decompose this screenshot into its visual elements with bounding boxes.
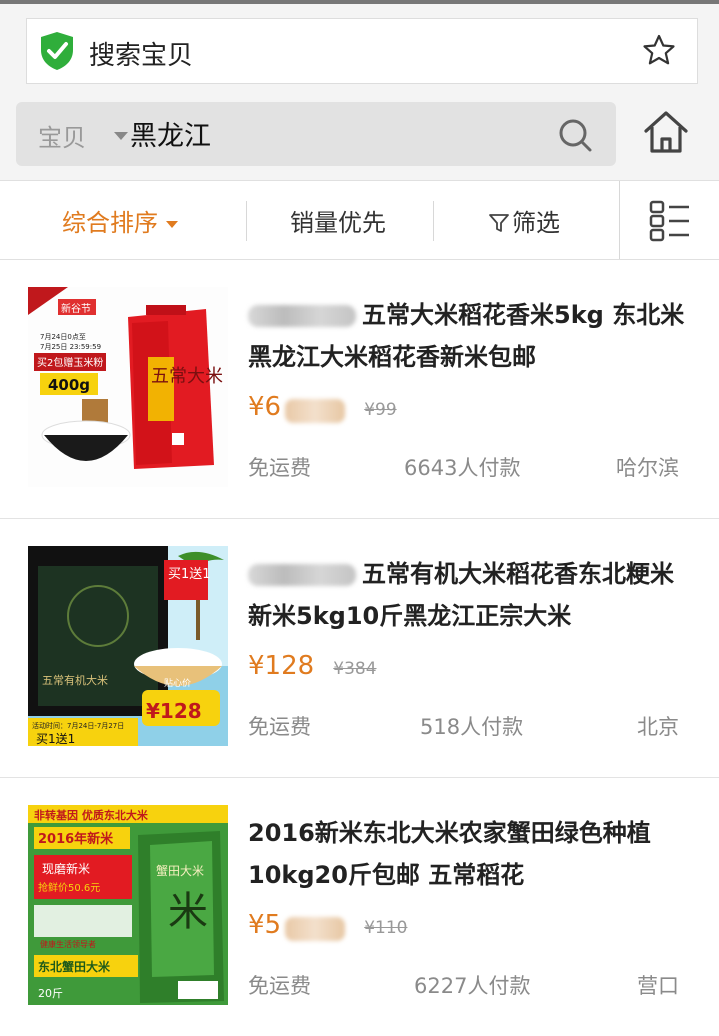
svg-text:买2包赠玉米粉: 买2包赠玉米粉 (37, 356, 103, 369)
svg-text:非转基因 优质东北大米: 非转基因 优质东北大米 (34, 808, 149, 822)
search-scope-selector[interactable]: 宝贝 (38, 118, 86, 153)
svg-text:五常有机大米: 五常有机大米 (42, 673, 108, 687)
product-image[interactable]: 非转基因 优质东北大米 2016年新米 现磨新米 抢鲜价50.6元 健康生活领导… (28, 805, 228, 1005)
browser-bar: 搜索宝贝 (0, 0, 719, 92)
price-row: ¥128 ¥384 (248, 651, 377, 691)
shipping-info: 免运费 (248, 715, 311, 739)
sales-count: 518人付款 (420, 715, 524, 739)
product-item[interactable]: 新谷节 7月24日0点至 7月25日 23:59:59 买2包赠玉米粉 400g… (0, 260, 719, 519)
svg-text:贴心价: 贴心价 (164, 677, 191, 689)
search-box[interactable]: 宝贝 黑龙江 (16, 102, 616, 166)
promo-tag-text: 新谷节 (61, 302, 91, 315)
rice-bag-image: 五常有机大米 买1送1 贴心价 ¥128 活动时间：7月24日-7月27日 买1… (28, 546, 228, 746)
funnel-icon (489, 214, 509, 232)
price-row: ¥6 ¥99 (248, 392, 397, 432)
blurred-shop-name (248, 564, 356, 586)
product-image[interactable]: 五常有机大米 买1送1 贴心价 ¥128 活动时间：7月24日-7月27日 买1… (28, 546, 228, 746)
svg-text:米: 米 (168, 889, 208, 935)
blurred-price (285, 398, 346, 423)
svg-text:五常大米: 五常大米 (151, 366, 223, 387)
list-view-icon[interactable] (648, 199, 692, 243)
sales-count: 6643人付款 (404, 456, 521, 480)
divider (433, 201, 434, 241)
shield-check-icon (41, 32, 73, 70)
sort-sales[interactable]: 销量优先 (290, 203, 386, 238)
rice-bag-image: 非转基因 优质东北大米 2016年新米 现磨新米 抢鲜价50.6元 健康生活领导… (28, 805, 228, 1005)
svg-text:7月25日 23:59:59: 7月25日 23:59:59 (40, 343, 101, 351)
original-price: ¥110 (364, 918, 408, 938)
product-price: ¥5 (248, 910, 282, 940)
sort-comprehensive[interactable]: 综合排序 (62, 203, 178, 238)
svg-text:20斤: 20斤 (38, 987, 63, 1000)
blurred-price (285, 916, 346, 941)
price-row: ¥5 ¥110 (248, 910, 407, 950)
blurred-shop-name (248, 305, 356, 327)
svg-text:抢鲜价50.6元: 抢鲜价50.6元 (38, 881, 100, 894)
location: 哈尔滨 (616, 456, 679, 480)
location: 北京 (637, 715, 679, 739)
svg-text:健康生活领导者: 健康生活领导者 (40, 939, 96, 949)
sort-bar: 综合排序 销量优先 筛选 (0, 181, 719, 260)
original-price: ¥99 (364, 400, 397, 420)
home-icon[interactable] (640, 106, 692, 158)
product-price: ¥128 (248, 651, 315, 681)
divider (619, 181, 620, 259)
product-item[interactable]: 五常有机大米 买1送1 贴心价 ¥128 活动时间：7月24日-7月27日 买1… (0, 519, 719, 778)
product-title[interactable]: 五常有机大米稻花香东北粳米新米5kg10斤黑龙江正宗大米 (248, 553, 688, 637)
product-price: ¥6 (248, 392, 282, 422)
caret-down-icon (166, 220, 178, 228)
svg-text:蟹田大米: 蟹田大米 (156, 863, 204, 878)
product-item[interactable]: 非转基因 优质东北大米 2016年新米 现磨新米 抢鲜价50.6元 健康生活领导… (0, 778, 719, 1036)
svg-text:400g: 400g (48, 376, 90, 394)
search-input[interactable]: 黑龙江 (130, 114, 211, 153)
product-title[interactable]: 五常大米稻花香米5kg 东北米黑龙江大米稻花香新米包邮 (248, 294, 688, 378)
location: 营口 (637, 974, 679, 998)
shipping-info: 免运费 (248, 974, 311, 998)
filter-label: 筛选 (512, 209, 560, 237)
product-title[interactable]: 2016新米东北大米农家蟹田绿色种植10kg20斤包邮 五常稻花 (248, 812, 688, 896)
sales-count: 6227人付款 (414, 974, 531, 998)
original-price: ¥384 (333, 659, 377, 679)
filter-button[interactable]: 筛选 (488, 203, 560, 238)
promo-badge-text: 买1送1 (168, 567, 211, 582)
svg-text:¥128: ¥128 (146, 699, 202, 723)
address-bar[interactable]: 搜索宝贝 (26, 18, 698, 84)
svg-text:买1送1: 买1送1 (36, 731, 75, 746)
address-title: 搜索宝贝 (89, 41, 194, 71)
search-icon[interactable] (556, 116, 594, 154)
rice-bag-image: 新谷节 7月24日0点至 7月25日 23:59:59 买2包赠玉米粉 400g… (28, 287, 228, 487)
svg-text:现磨新米: 现磨新米 (42, 861, 90, 876)
divider (246, 201, 247, 241)
svg-text:东北蟹田大米: 东北蟹田大米 (38, 959, 111, 974)
caret-down-icon[interactable] (114, 132, 128, 140)
svg-text:7月24日0点至: 7月24日0点至 (40, 333, 86, 341)
sort-comprehensive-label: 综合排序 (62, 209, 158, 237)
star-icon[interactable] (641, 33, 677, 69)
results-list: 新谷节 7月24日0点至 7月25日 23:59:59 买2包赠玉米粉 400g… (0, 260, 719, 1036)
product-image[interactable]: 新谷节 7月24日0点至 7月25日 23:59:59 买2包赠玉米粉 400g… (28, 287, 228, 487)
shipping-info: 免运费 (248, 456, 311, 480)
search-row: 宝贝 黑龙江 (0, 92, 719, 181)
svg-text:活动时间：7月24日-7月27日: 活动时间：7月24日-7月27日 (32, 721, 124, 730)
svg-text:2016年新米: 2016年新米 (38, 831, 114, 847)
